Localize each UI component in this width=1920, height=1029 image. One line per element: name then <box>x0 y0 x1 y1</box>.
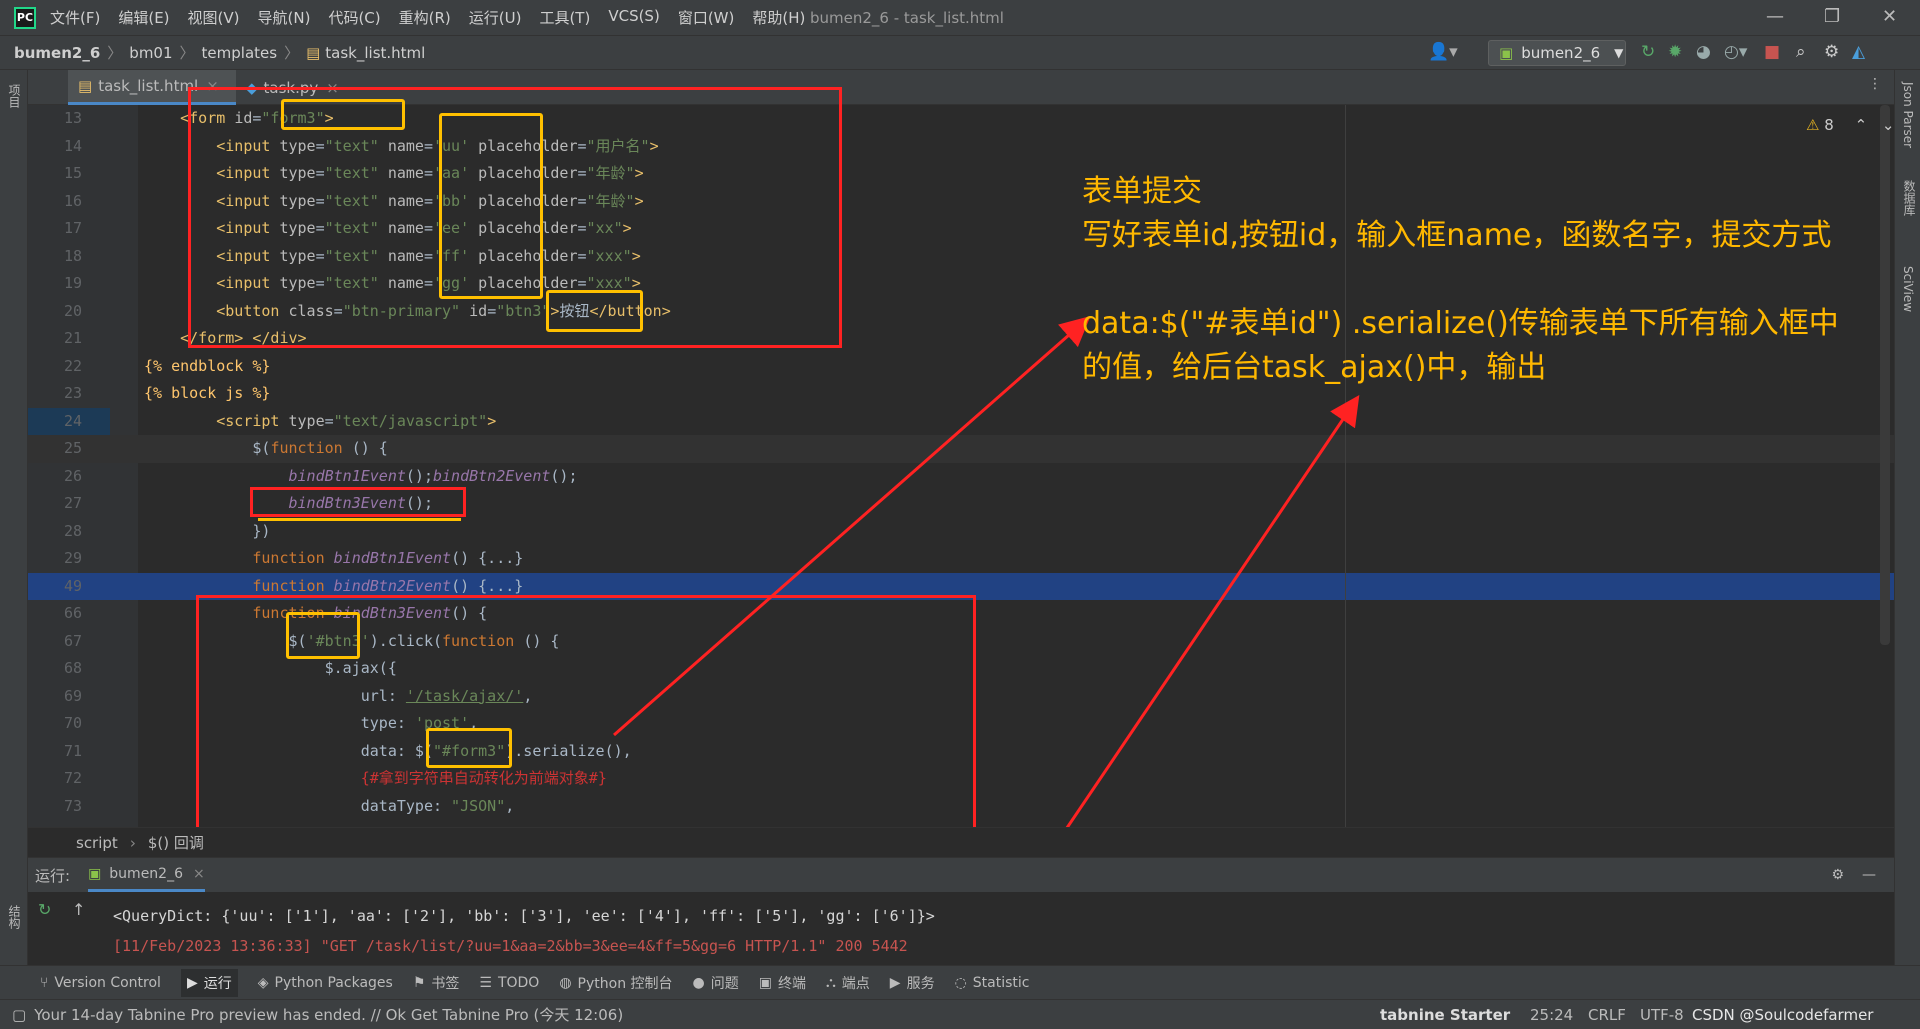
tool-window-terminal[interactable]: ▣ 终端 <box>759 969 806 997</box>
rerun-icon[interactable]: ↻ <box>38 900 51 919</box>
statistic-icon: ◌ <box>954 974 967 991</box>
line-separator[interactable]: CRLF <box>1588 1006 1626 1024</box>
run-output-line: [11/Feb/2023 13:36:33] "GET /task/list/?… <box>113 937 908 955</box>
tool-window-label: 服务 <box>906 975 935 992</box>
services-icon: ▶ <box>889 974 901 991</box>
status-message[interactable]: Your 14-day Tabnine Pro preview has ende… <box>34 1004 623 1025</box>
endpoints-icon: ⛬ <box>825 974 836 991</box>
tool-window-label: Python Packages <box>274 974 393 991</box>
run-panel-header: 运行: ▣ bumen2_6 × ⚙ — <box>28 858 1894 892</box>
tool-window-run[interactable]: ▶ 运行 <box>180 968 238 997</box>
close-tab-icon[interactable]: × <box>193 866 205 882</box>
django-icon: ▣ <box>88 865 102 882</box>
code-crumb-callback[interactable]: $() 回调 <box>148 832 204 853</box>
tool-window-bookmarks[interactable]: ⚑ 书签 <box>413 969 460 997</box>
version-control-icon: ⑂ <box>40 974 49 991</box>
run-icon: ▶ <box>186 974 198 991</box>
chevron-right-icon: › <box>129 833 136 852</box>
gear-icon[interactable]: ⚙ <box>1831 867 1844 883</box>
run-tab[interactable]: ▣ bumen2_6 × <box>88 858 205 892</box>
status-layout-icon[interactable]: ▢ <box>12 1006 26 1024</box>
tool-window-label: 端点 <box>841 975 870 992</box>
tool-window-version-control[interactable]: ⑂ Version Control <box>40 969 161 997</box>
run-panel-label: 运行: <box>35 866 71 885</box>
tool-window-python-packages[interactable]: ◈ Python Packages <box>258 969 393 997</box>
annotation-line: data:$("#表单id") .serialize()传输表单下所有输入框中 <box>1082 306 1839 341</box>
csdn-watermark: CSDN @Soulcodefarmer <box>1692 1005 1874 1024</box>
tool-window-buttons: ⑂ Version Control ▶ 运行 ◈ Python Packages ⚑ 书签 ☰ T… <box>40 968 1050 997</box>
python-console-icon: ◍ <box>559 974 572 991</box>
tool-window-endpoints[interactable]: ⛬ 端点 <box>826 969 870 997</box>
tool-window-services[interactable]: ▶ 服务 <box>890 969 935 997</box>
file-encoding[interactable]: UTF-8 <box>1640 1006 1684 1024</box>
code-crumb-script[interactable]: script <box>76 834 118 852</box>
annotation-line: 表单提交 <box>1082 174 1202 209</box>
run-output-line: <QueryDict: {'uu': ['1'], 'aa': ['2'], '… <box>113 907 935 925</box>
cursor-position[interactable]: 25:24 <box>1530 1006 1573 1024</box>
annotation-text: 表单提交 写好表单id,按钮id，输入框name，函数名字，提交方式 data:… <box>1082 170 1839 390</box>
arrow-from-output <box>1023 395 1360 891</box>
tool-window-bar: ⑂ Version Control ▶ 运行 ◈ Python Packages ⚑ 书签 ☰ T… <box>0 965 1920 999</box>
annotation-line: 的值，给后台task_ajax()中，输出 <box>1082 350 1547 385</box>
bookmarks-icon: ⚑ <box>412 974 426 991</box>
tool-window-label: Python 控制台 <box>577 975 673 992</box>
tool-window-label: 书签 <box>431 975 460 992</box>
status-bar: ▢ Your 14-day Tabnine Pro preview has en… <box>0 999 1920 1029</box>
tool-window-label: 运行 <box>203 975 232 992</box>
code-breadcrumb: script › $() 回调 <box>28 827 1894 857</box>
tool-window-statistic[interactable]: ◌ Statistic <box>955 969 1030 997</box>
tool-window-problems[interactable]: ● 问题 <box>693 969 739 997</box>
tool-window-python-console[interactable]: ◍ Python 控制台 <box>559 969 672 997</box>
python-packages-icon: ◈ <box>257 974 269 991</box>
arrow-up-icon[interactable]: ↑ <box>72 900 85 919</box>
tool-window-label: TODO <box>497 974 540 991</box>
tool-window-label: 问题 <box>710 975 739 992</box>
tool-window-label: 终端 <box>777 975 806 992</box>
tool-window-todo[interactable]: ☰ TODO <box>479 969 539 997</box>
tool-window-label: Version Control <box>54 974 161 991</box>
tabnine-status[interactable]: tabnine Starter <box>1380 1006 1510 1024</box>
tool-window-label: Statistic <box>972 974 1030 991</box>
run-tab-label: bumen2_6 <box>109 865 183 882</box>
run-panel: 运行: ▣ bumen2_6 × ⚙ — ↻ ↑ <QueryDict: {'u… <box>28 857 1894 965</box>
arrow-to-annotation <box>613 316 1091 737</box>
annotation-line: 写好表单id,按钮id，输入框name，函数名字，提交方式 <box>1082 218 1832 253</box>
todo-icon: ☰ <box>479 974 492 991</box>
problems-icon: ● <box>692 974 705 991</box>
minimize-panel-icon[interactable]: — <box>1862 867 1876 883</box>
terminal-icon: ▣ <box>758 974 772 991</box>
